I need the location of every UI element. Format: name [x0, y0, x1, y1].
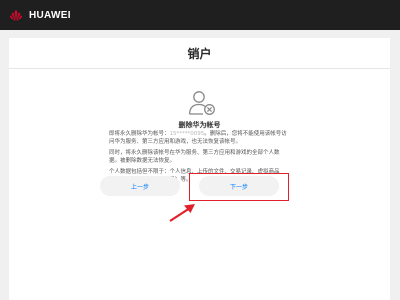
huawei-logo-icon — [9, 10, 23, 22]
brand: HUAWEI — [8, 7, 71, 23]
annotation-arrow-icon — [169, 204, 195, 222]
previous-step-button[interactable]: 上一步 — [100, 176, 180, 196]
masked-account: 15*****0095 — [169, 131, 205, 137]
title-divider — [9, 68, 390, 69]
annotation-highlight-box — [189, 173, 289, 201]
section-subtitle: 删除华为帐号 — [178, 121, 221, 129]
notice-lead: 即将永久删除华为帐号： — [109, 131, 170, 137]
account-deletion-card: 销户 删除华为帐号 即将永久删除华为帐号：15*****0095。删除后，您将不… — [9, 38, 390, 300]
top-bar: HUAWEI — [0, 0, 400, 30]
page-title: 销户 — [187, 47, 212, 61]
notice-paragraph: 同时，将永久删除该帐号在华为服务、第三方应用和游戏的全部个人数据。被删除数据无法… — [109, 150, 280, 164]
notice-paragraph: 即将永久删除华为帐号：15*****0095。删除后，您将不能使用该帐号访问华为… — [109, 130, 287, 146]
user-delete-icon — [188, 91, 215, 115]
brand-name: HUAWEI — [29, 9, 71, 21]
